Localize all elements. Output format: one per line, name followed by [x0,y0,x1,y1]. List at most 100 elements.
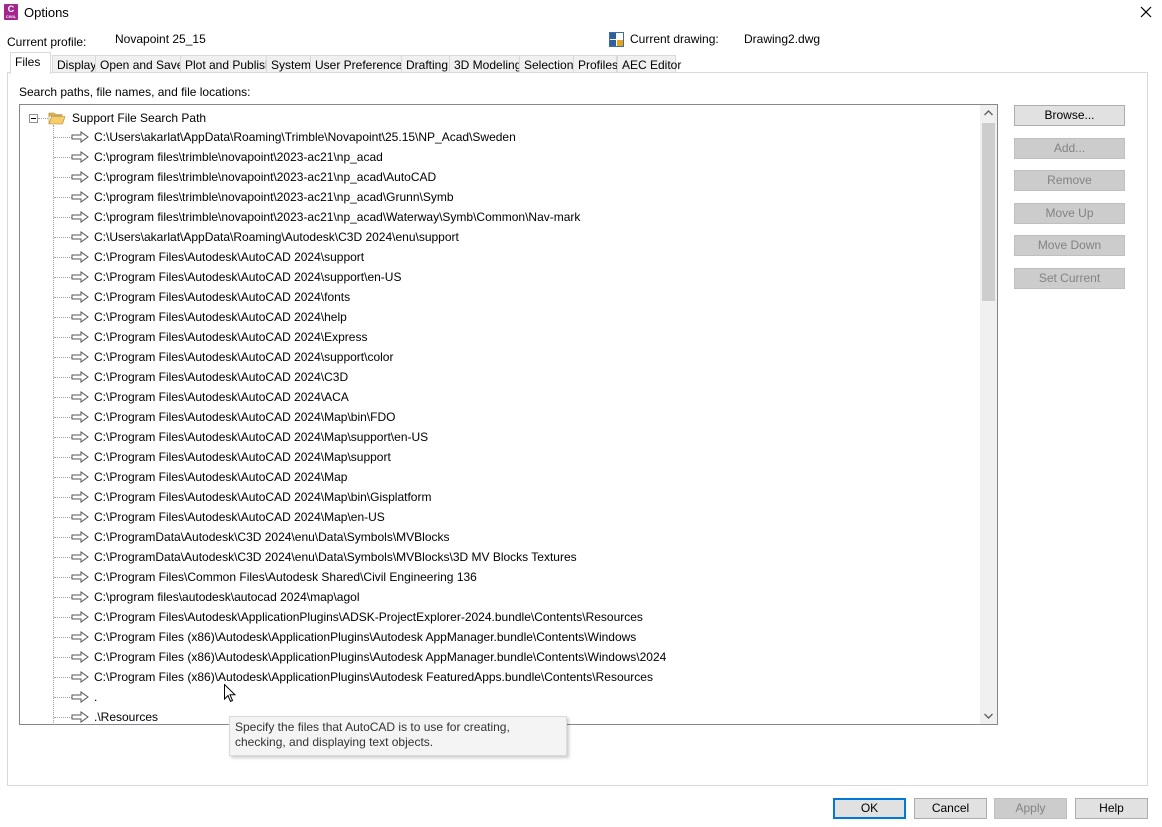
tab-open-and-save[interactable]: Open and Save [95,55,185,73]
search-path-item[interactable]: C:\Users\akarlat\AppData\Roaming\Trimble… [20,127,980,147]
current-profile-label: Current profile: [7,35,87,49]
search-path-item[interactable]: C:\Program Files\Autodesk\AutoCAD 2024\C… [20,367,980,387]
search-path-item[interactable]: C:\Program Files\Autodesk\AutoCAD 2024\f… [20,287,980,307]
search-path-item[interactable]: C:\Program Files\Autodesk\AutoCAD 2024\M… [20,487,980,507]
path-arrow-icon [70,190,90,204]
cancel-button[interactable]: Cancel [914,798,987,819]
path-arrow-icon [70,310,90,324]
search-path-text: C:\Program Files\Autodesk\AutoCAD 2024\s… [94,270,402,284]
path-arrow-icon [70,650,90,664]
search-path-text: C:\ProgramData\Autodesk\C3D 2024\enu\Dat… [94,550,577,564]
civil3d-app-icon: C CIVIL [4,4,18,20]
tab-profiles[interactable]: Profiles [573,55,618,73]
path-arrow-icon [70,510,90,524]
remove-button[interactable]: Remove [1014,170,1125,191]
browse-button[interactable]: Browse... [1014,105,1125,126]
search-path-item[interactable]: C:\Program Files\Autodesk\AutoCAD 2024\M… [20,447,980,467]
search-path-item[interactable]: C:\Program Files\Common Files\Autodesk S… [20,567,980,587]
tree-connector [38,118,48,119]
tab-selection[interactable]: Selection [519,55,576,73]
search-path-text: C:\Program Files\Autodesk\ApplicationPlu… [94,610,643,624]
search-path-text: C:\Program Files\Autodesk\AutoCAD 2024\f… [94,290,351,304]
move-down-button[interactable]: Move Down [1014,235,1125,256]
tab-files[interactable]: Files [10,52,51,74]
search-path-item[interactable]: C:\Program Files\Autodesk\AutoCAD 2024\s… [20,267,980,287]
search-path-item[interactable]: C:\Program Files\Autodesk\AutoCAD 2024\M… [20,407,980,427]
current-drawing-value: Drawing2.dwg [744,32,821,46]
files-tree-view[interactable]: Support File Search Path C:\Users\akarla… [19,104,998,725]
tab-drafting[interactable]: Drafting [401,55,450,73]
search-path-text: C:\Program Files\Autodesk\AutoCAD 2024\E… [94,330,368,344]
search-path-item[interactable]: C:\program files\trimble\novapoint\2023-… [20,147,980,167]
search-path-text: C:\Program Files\Autodesk\AutoCAD 2024\h… [94,310,347,324]
path-arrow-icon [70,150,90,164]
window-title: Options [24,5,69,20]
add-button[interactable]: Add... [1014,138,1125,159]
search-path-item[interactable]: C:\program files\trimble\novapoint\2023-… [20,207,980,227]
search-path-text: C:\ProgramData\Autodesk\C3D 2024\enu\Dat… [94,530,450,544]
search-path-item[interactable]: C:\program files\autodesk\autocad 2024\m… [20,587,980,607]
set-current-button[interactable]: Set Current [1014,268,1125,289]
path-arrow-icon [70,430,90,444]
search-path-item[interactable]: C:\Program Files\Autodesk\AutoCAD 2024\s… [20,347,980,367]
path-arrow-icon [70,590,90,604]
search-path-item[interactable]: C:\Program Files\Autodesk\AutoCAD 2024\M… [20,467,980,487]
support-file-search-path-node[interactable]: Support File Search Path [20,107,980,127]
title-bar: C CIVIL Options [0,0,1162,24]
search-path-text: C:\Program Files (x86)\Autodesk\Applicat… [94,630,637,644]
tooltip: Specify the files that AutoCAD is to use… [229,716,567,756]
path-arrow-icon [70,550,90,564]
search-path-item[interactable]: C:\ProgramData\Autodesk\C3D 2024\enu\Dat… [20,547,980,567]
collapse-icon[interactable] [29,114,38,123]
path-arrow-icon [70,170,90,184]
tab-user-preferences[interactable]: User Preferences [310,55,408,73]
search-path-text: C:\Program Files\Autodesk\AutoCAD 2024\s… [94,350,394,364]
path-arrow-icon [70,270,90,284]
tab-3d-modeling[interactable]: 3D Modeling [449,55,523,73]
search-path-item[interactable]: C:\program files\trimble\novapoint\2023-… [20,187,980,207]
mouse-cursor-icon [224,683,237,703]
move-up-button[interactable]: Move Up [1014,203,1125,224]
path-arrow-icon [70,210,90,224]
search-path-item[interactable]: C:\program files\trimble\novapoint\2023-… [20,167,980,187]
path-arrow-icon [70,450,90,464]
search-path-text: C:\program files\trimble\novapoint\2023-… [94,170,437,184]
close-icon[interactable] [1136,2,1156,22]
search-path-item[interactable]: C:\Program Files\Autodesk\AutoCAD 2024\s… [20,247,980,267]
search-path-item[interactable]: C:\Program Files (x86)\Autodesk\Applicat… [20,627,980,647]
search-path-item[interactable]: C:\Program Files\Autodesk\AutoCAD 2024\E… [20,327,980,347]
scroll-up-icon[interactable] [980,105,997,122]
scrollbar-thumb[interactable] [982,123,995,301]
path-arrow-icon [70,250,90,264]
search-path-item[interactable]: C:\Program Files\Autodesk\AutoCAD 2024\M… [20,507,980,527]
search-path-item[interactable]: C:\Program Files\Autodesk\AutoCAD 2024\A… [20,387,980,407]
ok-button[interactable]: OK [833,798,906,819]
path-arrow-icon [70,470,90,484]
search-path-text: C:\Users\akarlat\AppData\Roaming\Autodes… [94,230,459,244]
search-path-item[interactable]: C:\Program Files\Autodesk\AutoCAD 2024\h… [20,307,980,327]
search-path-text: C:\Program Files\Autodesk\AutoCAD 2024\M… [94,430,429,444]
path-arrow-icon [70,670,90,684]
search-path-text: C:\Program Files\Autodesk\AutoCAD 2024\M… [94,470,348,484]
search-path-item[interactable]: C:\Program Files\Autodesk\AutoCAD 2024\M… [20,427,980,447]
app-icon-letter: C [7,4,15,14]
scroll-down-icon[interactable] [980,707,997,724]
path-arrow-icon [70,490,90,504]
tab-system[interactable]: System [266,55,311,73]
search-path-text: C:\Program Files\Autodesk\AutoCAD 2024\s… [94,250,365,264]
tab-aec-editor[interactable]: AEC Editor [617,55,681,73]
apply-button[interactable]: Apply [994,798,1067,819]
vertical-scrollbar[interactable] [980,105,997,724]
search-path-text: C:\program files\trimble\novapoint\2023-… [94,210,581,224]
help-button[interactable]: Help [1075,798,1148,819]
search-path-item[interactable]: C:\ProgramData\Autodesk\C3D 2024\enu\Dat… [20,527,980,547]
search-path-item[interactable]: C:\Program Files (x86)\Autodesk\Applicat… [20,667,980,687]
tab-plot-and-publish[interactable]: Plot and Publish [180,55,272,73]
search-path-item[interactable]: C:\Program Files (x86)\Autodesk\Applicat… [20,647,980,667]
tab-display[interactable]: Display [52,55,101,73]
search-path-item[interactable]: . [20,687,980,707]
search-path-item[interactable]: C:\Program Files\Autodesk\ApplicationPlu… [20,607,980,627]
search-path-item[interactable]: C:\Users\akarlat\AppData\Roaming\Autodes… [20,227,980,247]
search-path-text: C:\program files\autodesk\autocad 2024\m… [94,590,360,604]
search-path-text: C:\Program Files\Autodesk\AutoCAD 2024\C… [94,370,349,384]
